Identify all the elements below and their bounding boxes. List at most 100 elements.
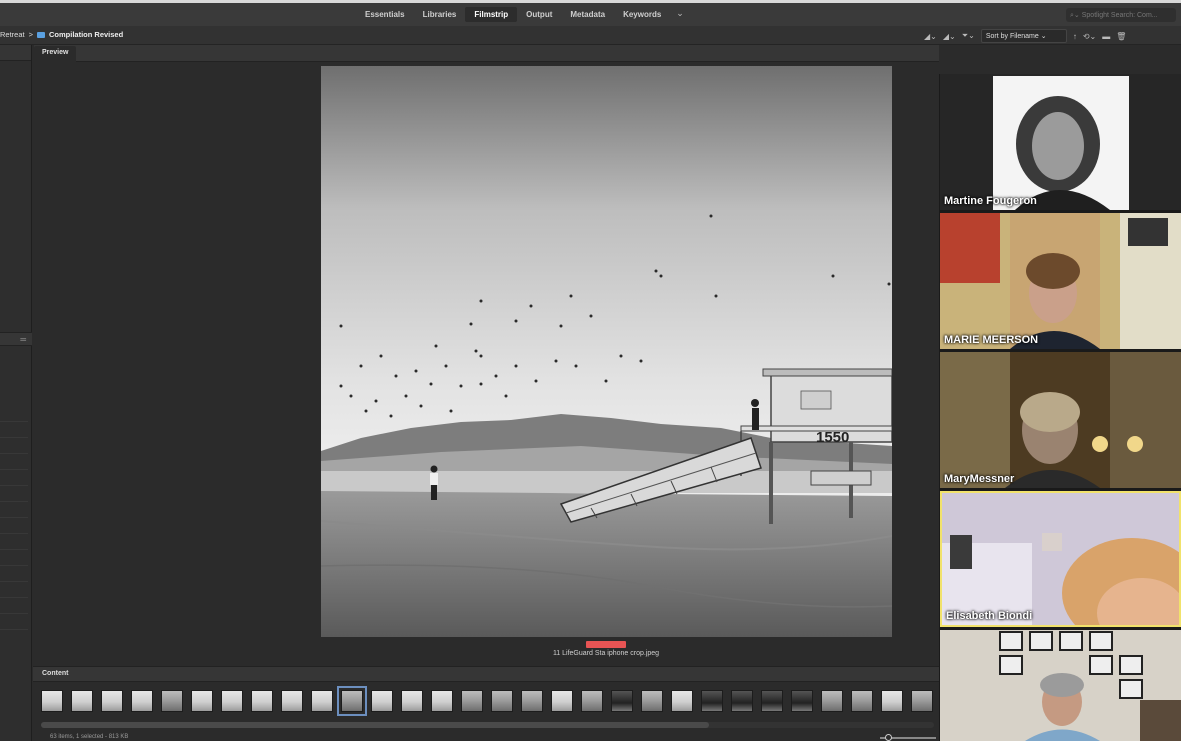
left-panel-header	[0, 45, 31, 61]
participant-video	[940, 74, 1181, 210]
participant-tile[interactable]	[940, 630, 1181, 741]
list-separator	[0, 581, 28, 582]
filmstrip-thumbnail[interactable]	[161, 690, 183, 712]
breadcrumb-parent[interactable]: Retreat	[0, 30, 25, 39]
tab-preview[interactable]: Preview	[34, 46, 76, 62]
tab-filmstrip[interactable]: Filmstrip	[465, 7, 518, 22]
participant-tile[interactable]: MARIE MEERSON	[940, 213, 1181, 349]
path-bar: Retreat > Compilation Revised ◢⌄ ◢⌄ ⏷⌄ S…	[0, 26, 1181, 45]
filmstrip-thumbnail[interactable]	[71, 690, 93, 712]
filmstrip-thumbnail[interactable]	[251, 690, 273, 712]
list-separator	[0, 453, 28, 454]
filmstrip-thumbnail[interactable]	[371, 690, 393, 712]
open-recent-icon[interactable]: ⟲⌄	[1083, 32, 1096, 41]
participant-video	[940, 352, 1181, 488]
view-tools: ◢⌄ ◢⌄ ⏷⌄ Sort by Filename ⌄ ↑ ⟲⌄ ▬ 🗑	[924, 29, 1126, 43]
color-label-badge	[586, 641, 626, 648]
participant-video	[940, 213, 1181, 349]
filmstrip-scrollbar[interactable]	[41, 722, 709, 728]
list-separator	[0, 565, 28, 566]
list-separator	[0, 517, 28, 518]
spotlight-search-input[interactable]: ⌕⌄ Spotlight Search: Com...	[1066, 8, 1176, 22]
filmstrip-thumbnail[interactable]	[731, 690, 753, 712]
participant-tile[interactable]: MaryMessner	[940, 352, 1181, 488]
sort-dropdown[interactable]: Sort by Filename ⌄	[980, 29, 1067, 43]
lifeguard-station-photo: 1550	[321, 66, 892, 637]
breadcrumb-separator: >	[28, 30, 33, 39]
tab-metadata[interactable]: Metadata	[561, 7, 614, 22]
preview-tab-bar	[34, 45, 939, 62]
filmstrip-thumbnail[interactable]	[671, 690, 693, 712]
filmstrip-thumbnail[interactable]	[821, 690, 843, 712]
filmstrip-thumbnail[interactable]	[311, 690, 333, 712]
sort-label: Sort by Filename	[985, 33, 1039, 40]
filmstrip-thumbnail[interactable]	[641, 690, 663, 712]
filmstrip-thumbnail[interactable]	[461, 690, 483, 712]
filter-icon[interactable]: ⏷⌄	[962, 31, 975, 41]
filmstrip-thumbnail[interactable]	[851, 690, 873, 712]
participant-name: Martine Fougeron	[944, 195, 1037, 207]
tab-keywords[interactable]: Keywords	[614, 7, 670, 22]
filmstrip-thumbnail[interactable]	[551, 690, 573, 712]
filmstrip-thumbnail[interactable]	[431, 690, 453, 712]
workspace-bar: Essentials Libraries Filmstrip Output Me…	[0, 0, 1181, 26]
participant-video	[942, 493, 1179, 625]
filmstrip-thumbnail[interactable]	[881, 690, 903, 712]
search-placeholder: Spotlight Search: Com...	[1081, 12, 1158, 19]
participant-tile[interactable]: Martine Fougeron	[940, 74, 1181, 210]
list-separator	[0, 485, 28, 486]
filmstrip-thumbnail[interactable]	[191, 690, 213, 712]
breadcrumb: Retreat > Compilation Revised	[0, 30, 123, 39]
tab-output[interactable]: Output	[517, 7, 561, 22]
content-tab-bar: Content	[33, 666, 939, 682]
left-panel: ═	[0, 45, 32, 741]
tab-essentials[interactable]: Essentials	[356, 7, 414, 22]
list-separator	[0, 597, 28, 598]
participant-name: MARIE MEERSON	[944, 334, 1039, 346]
preview-filename: 11 LifeGuard Sta iphone crop.jpeg	[552, 650, 660, 657]
list-separator	[0, 533, 28, 534]
left-panel-divider[interactable]: ═	[0, 332, 32, 346]
list-separator	[0, 613, 28, 614]
rating-filter-icon[interactable]: ◢⌄	[943, 32, 956, 41]
breadcrumb-current[interactable]: Compilation Revised	[49, 30, 123, 39]
tower-number: 1550	[816, 429, 849, 446]
filmstrip-thumbnail[interactable]	[101, 690, 123, 712]
filmstrip-thumbnail[interactable]	[401, 690, 423, 712]
filmstrip-thumbnail[interactable]	[281, 690, 303, 712]
filmstrip-thumbnail[interactable]	[491, 690, 513, 712]
list-separator	[0, 501, 28, 502]
quality-icon[interactable]: ◢⌄	[924, 32, 937, 41]
sort-direction-icon[interactable]: ↑	[1073, 32, 1077, 41]
list-separator	[0, 469, 28, 470]
tab-content[interactable]: Content	[42, 670, 68, 677]
chevron-down-icon[interactable]: ⌄	[670, 7, 690, 22]
filmstrip-thumbnail[interactable]	[221, 690, 243, 712]
filmstrip-thumbnail[interactable]	[791, 690, 813, 712]
list-separator	[0, 549, 28, 550]
new-folder-icon[interactable]: ▬	[1102, 32, 1110, 41]
filmstrip-thumbnail[interactable]	[521, 690, 543, 712]
slider-handle[interactable]	[885, 734, 892, 741]
filmstrip-thumbnail[interactable]	[701, 690, 723, 712]
search-icon: ⌕⌄	[1070, 12, 1082, 19]
panel-menu-icon[interactable]: ═	[20, 335, 26, 344]
tab-libraries[interactable]: Libraries	[414, 7, 466, 22]
participant-video	[940, 630, 1181, 741]
filmstrip-thumbnail-selected[interactable]	[337, 686, 367, 716]
filmstrip-thumbnail[interactable]	[41, 690, 63, 712]
list-separator	[0, 629, 28, 630]
filmstrip-thumbnail[interactable]	[131, 690, 153, 712]
workspace-tabs: Essentials Libraries Filmstrip Output Me…	[356, 7, 690, 22]
filmstrip-thumbnail[interactable]	[611, 690, 633, 712]
filmstrip-thumbnail[interactable]	[911, 690, 933, 712]
status-text: 63 items, 1 selected - 813 KB	[50, 734, 129, 740]
folder-icon	[37, 31, 45, 38]
participant-tile-active-speaker[interactable]: Elisabeth Biondi	[940, 491, 1181, 627]
filmstrip-thumbnail[interactable]	[581, 690, 603, 712]
list-separator	[0, 437, 28, 438]
filmstrip-thumbnail[interactable]	[761, 690, 783, 712]
participant-name: MaryMessner	[944, 473, 1015, 485]
trash-icon[interactable]: 🗑	[1116, 32, 1126, 41]
preview-image[interactable]: 1550	[321, 66, 892, 637]
